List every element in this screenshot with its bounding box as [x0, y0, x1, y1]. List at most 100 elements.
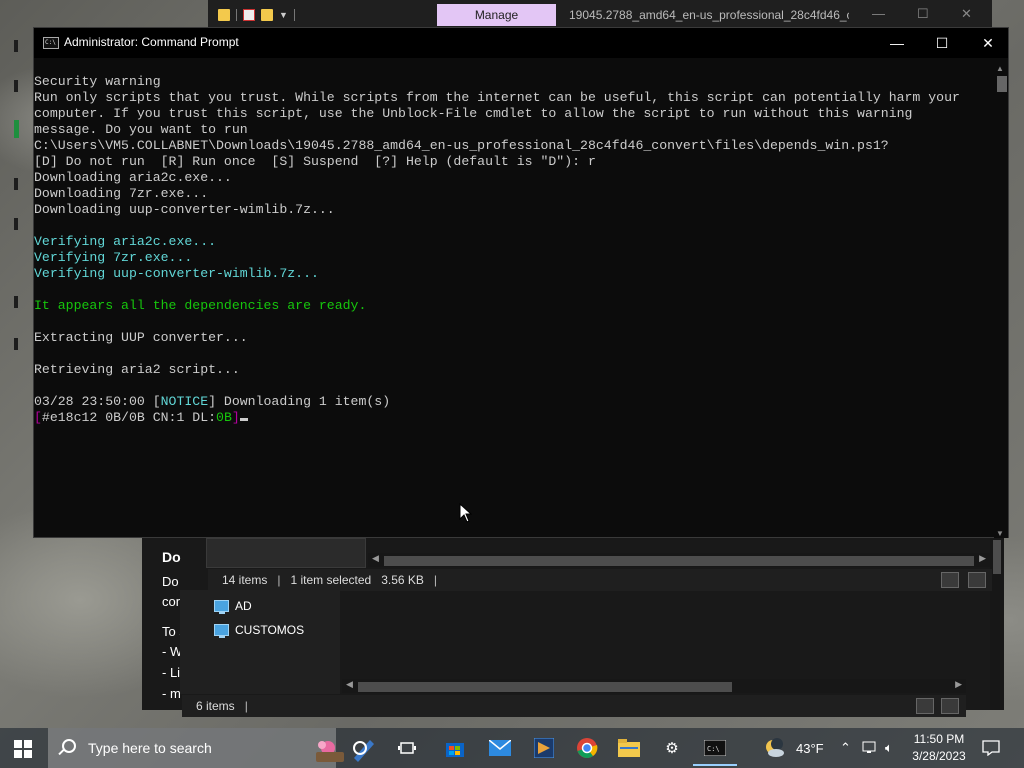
- volume-icon[interactable]: 🔈︎: [885, 728, 893, 768]
- maximize-button[interactable]: ☐: [919, 28, 965, 58]
- mouse-pointer-icon: [459, 503, 473, 523]
- console-line: computer. If you trust this script, use …: [34, 106, 913, 121]
- tiles-view-button[interactable]: [968, 572, 986, 588]
- svg-text:C:\: C:\: [707, 745, 720, 753]
- nav-item-ad[interactable]: AD: [214, 599, 252, 614]
- divider: |: [433, 573, 438, 587]
- notification-center-icon[interactable]: [982, 728, 1000, 768]
- scroll-left-icon[interactable]: ◀: [372, 553, 379, 564]
- scrollbar-thumb[interactable]: [384, 556, 974, 566]
- vertical-scrollbar[interactable]: ▲ ▼: [994, 64, 1008, 538]
- properties-icon[interactable]: [243, 9, 255, 21]
- text-cursor: [239, 418, 248, 421]
- minimize-button[interactable]: —: [874, 28, 920, 58]
- console-line: Security warning: [34, 74, 161, 89]
- scrollbar-thumb[interactable]: [993, 540, 1001, 574]
- console-line: It appears all the dependencies are read…: [34, 298, 367, 313]
- clock-date: 3/28/2023: [912, 749, 966, 763]
- scroll-up-icon[interactable]: ▲: [996, 64, 1004, 73]
- weather-temperature[interactable]: 43°F: [796, 728, 824, 768]
- settings-gear-icon[interactable]: ⚙: [660, 736, 684, 760]
- window-title: Administrator: Command Prompt: [64, 35, 239, 49]
- chevron-up-icon[interactable]: ⌃: [840, 728, 851, 768]
- minimize-icon[interactable]: —: [872, 6, 885, 21]
- tiles-view-button[interactable]: [941, 698, 959, 714]
- close-icon[interactable]: ✕: [961, 6, 972, 22]
- desktop-icon-stub[interactable]: [14, 80, 18, 92]
- selection-size: 3.56 KB: [381, 573, 424, 587]
- scrollbar-thumb[interactable]: [997, 76, 1007, 92]
- navigation-pane: [180, 590, 340, 694]
- divider: |: [277, 573, 281, 587]
- scroll-left-icon[interactable]: ◀: [346, 679, 353, 690]
- task-view-icon[interactable]: [395, 736, 419, 760]
- microsoft-store-icon[interactable]: [443, 736, 467, 760]
- divider: |: [244, 699, 248, 713]
- console-line: Extracting UUP converter...: [34, 330, 248, 345]
- console-line: Retrieving aria2 script...: [34, 362, 240, 377]
- scroll-right-icon[interactable]: ▶: [955, 679, 962, 690]
- desktop-icon-stub[interactable]: [14, 40, 18, 52]
- console-line: Run only scripts that you trust. While s…: [34, 90, 960, 105]
- network-icon[interactable]: [862, 728, 880, 768]
- computer-icon: [214, 600, 229, 614]
- item-count: 6 items: [196, 699, 235, 713]
- console-line: Downloading uup-converter-wimlib.7z...: [34, 202, 335, 217]
- explorer-titlebar[interactable]: ▼ Manage 19045.2788_amd64_en-us_professi…: [208, 0, 992, 30]
- tab-manage[interactable]: Manage: [437, 4, 556, 26]
- console-line: C:\Users\VM5.COLLABNET\Downloads\19045.2…: [34, 138, 889, 153]
- command-prompt-window[interactable]: C:\ Administrator: Command Prompt — ☐ ✕ …: [33, 27, 1009, 538]
- details-view-button[interactable]: [916, 698, 934, 714]
- desktop-icon-stub[interactable]: [14, 218, 18, 230]
- details-view-button[interactable]: [941, 572, 959, 588]
- file-list-pane[interactable]: [206, 538, 366, 568]
- folder-icon[interactable]: [218, 9, 230, 21]
- console-line: [#e18c12 0B/0B CN:1 DL:0B]: [34, 410, 994, 426]
- weather-moon-icon[interactable]: [762, 736, 786, 760]
- vertical-scrollbar[interactable]: [990, 538, 1004, 710]
- scroll-down-icon[interactable]: ▼: [996, 529, 1004, 538]
- divider: [236, 9, 237, 21]
- item-count: 14 items: [222, 573, 268, 587]
- console-text-segment: 0B: [216, 410, 232, 425]
- nav-item-label: AD: [235, 599, 252, 613]
- doc-text: - m: [162, 686, 181, 701]
- desktop-icon-stub[interactable]: [14, 178, 18, 190]
- desktop-icon-stub[interactable]: [14, 120, 19, 138]
- scrollbar-thumb[interactable]: [358, 682, 732, 692]
- cortana-icon[interactable]: [348, 736, 372, 760]
- chevron-down-icon[interactable]: ▼: [279, 10, 288, 20]
- console-line: 03/28 23:50:00 [NOTICE] Downloading 1 it…: [34, 394, 994, 410]
- taskbar-search-box[interactable]: Type here to search: [48, 728, 374, 768]
- maximize-icon[interactable]: ☐: [917, 6, 929, 22]
- file-explorer-icon[interactable]: [617, 736, 641, 760]
- console-text-segment: ]: [231, 410, 240, 425]
- desktop-icon-stub[interactable]: [14, 338, 18, 350]
- mail-icon[interactable]: [488, 736, 512, 760]
- visual-studio-icon[interactable]: [532, 736, 556, 760]
- command-prompt-taskbar-icon[interactable]: C:\: [693, 736, 737, 766]
- console-output[interactable]: Security warning Run only scripts that yo…: [34, 74, 994, 536]
- doc-text: Do: [162, 574, 179, 589]
- scroll-right-icon[interactable]: ▶: [979, 553, 986, 564]
- nav-item-customos[interactable]: CUSTOMOS: [214, 623, 304, 638]
- desktop-icon-stub[interactable]: [14, 296, 18, 308]
- horizontal-scrollbar[interactable]: ◀ ▶: [368, 553, 990, 567]
- horizontal-scrollbar[interactable]: ◀ ▶: [342, 679, 966, 693]
- chrome-icon[interactable]: [575, 736, 599, 760]
- doc-text: - Li: [162, 665, 181, 680]
- close-button[interactable]: ✕: [965, 28, 1011, 58]
- selection-count: 1 item selected: [290, 573, 372, 587]
- clock-time: 11:50 PM: [913, 732, 965, 746]
- start-button[interactable]: [14, 740, 32, 758]
- search-icon: [62, 739, 76, 753]
- system-clock[interactable]: 11:50 PM 3/28/2023: [908, 731, 970, 765]
- cmd-titlebar[interactable]: C:\ Administrator: Command Prompt — ☐ ✕: [34, 28, 1008, 58]
- new-folder-icon[interactable]: [261, 9, 273, 21]
- cmd-app-icon[interactable]: C:\: [43, 37, 59, 49]
